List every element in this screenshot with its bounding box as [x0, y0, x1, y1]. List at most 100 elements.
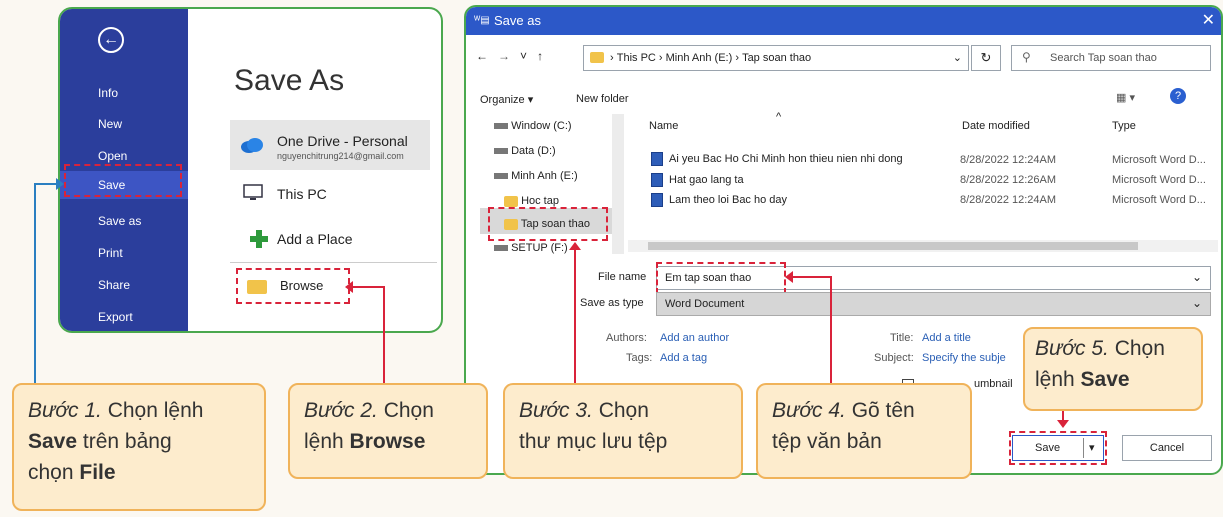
subject-link[interactable]: Specify the subje — [922, 352, 1006, 364]
scroll-thumb[interactable] — [648, 242, 1138, 250]
arrow-head — [569, 242, 581, 250]
view-options-icon[interactable]: ▦ ▾ — [1116, 91, 1135, 104]
search-input[interactable]: ⚲ Search Tap soan thao — [1011, 45, 1211, 71]
cancel-button[interactable]: Cancel — [1122, 435, 1212, 461]
title-label: Title: — [890, 332, 914, 344]
nav-new[interactable]: New — [60, 110, 188, 138]
nav-save-as[interactable]: Save as — [60, 207, 188, 235]
close-icon[interactable]: ✕ — [1202, 7, 1215, 35]
address-bar[interactable]: › This PC › Minh Anh (E:) › Tap soan tha… — [583, 45, 969, 71]
drive-icon — [494, 245, 508, 252]
plus-icon — [250, 230, 268, 248]
filename-highlight — [656, 262, 786, 294]
divider — [230, 262, 437, 263]
page-title: Save As — [234, 64, 345, 97]
organize-menu[interactable]: Organize ▾ — [480, 93, 533, 106]
word-file-icon — [651, 152, 663, 166]
thumbnail-label: umbnail — [974, 378, 1013, 390]
cloud-icon — [241, 138, 263, 153]
nav-export[interactable]: Export — [60, 303, 188, 331]
folder-icon — [590, 52, 604, 63]
onedrive-label: One Drive - Personal — [277, 133, 408, 149]
save-type-select[interactable]: Word Document ⌄ — [656, 292, 1211, 316]
add-place-location[interactable]: Add a Place — [277, 231, 353, 247]
back-arrow-icon[interactable]: ← — [98, 27, 124, 53]
folder-icon — [247, 280, 267, 294]
sort-icon: ^ — [776, 111, 782, 123]
callout-step4: Bước 4. Gõ tên tệp văn bản — [756, 383, 972, 479]
callout-step5: Bước 5. Chọn lệnh Save — [1023, 327, 1203, 411]
col-type[interactable]: Type — [1112, 120, 1136, 132]
arrow-head — [56, 178, 64, 190]
cancel-button-label: Cancel — [1149, 442, 1185, 454]
word-file-icon — [651, 193, 663, 207]
arrow-head — [785, 271, 793, 283]
file-row[interactable]: Lam theo loi Bac ho day — [651, 193, 787, 207]
chevron-down-icon[interactable]: ⌄ — [1192, 270, 1202, 284]
subject-label: Subject: — [874, 352, 914, 364]
arrow-head — [345, 281, 353, 293]
drive-icon — [494, 148, 508, 155]
nav-print[interactable]: Print — [60, 239, 188, 267]
chevron-down-icon[interactable]: ⌄ — [953, 51, 962, 64]
tree-item[interactable]: Window (C:) — [494, 120, 572, 132]
col-date[interactable]: Date modified — [962, 120, 1030, 132]
file-date: 8/28/2022 12:24AM — [960, 194, 1057, 206]
file-type: Microsoft Word D... — [1112, 194, 1206, 206]
file-date: 8/28/2022 12:24AM — [960, 154, 1057, 166]
chevron-down-icon[interactable]: ⌄ — [1192, 296, 1202, 310]
up-icon[interactable]: ↑ — [537, 49, 543, 63]
col-name[interactable]: Name — [649, 120, 678, 132]
file-row[interactable]: Hat gao lang ta — [651, 173, 744, 187]
tree-scrollbar[interactable] — [612, 114, 624, 254]
word-doc-icon: ᵂ▤ — [474, 15, 490, 26]
folder-highlight — [488, 207, 608, 241]
file-row[interactable]: Ai yeu Bac Ho Chi Minh hon thieu nien nh… — [651, 152, 903, 166]
help-icon[interactable]: ? — [1170, 88, 1186, 104]
search-placeholder: Search Tap soan thao — [1050, 52, 1157, 64]
authors-link[interactable]: Add an author — [660, 332, 729, 344]
refresh-icon[interactable]: ↻ — [971, 45, 1001, 71]
callout-step3: Bước 3. Chọn thư mục lưu tệp — [503, 383, 743, 479]
arrow-step3-line — [574, 248, 576, 386]
save-type-label: Save as type — [580, 297, 644, 309]
browse-button[interactable]: Browse — [280, 278, 323, 293]
onedrive-email: nguyenchitrung214@gmail.com — [277, 151, 404, 161]
tree-item[interactable]: Minh Anh (E:) — [494, 170, 578, 182]
tags-label: Tags: — [626, 352, 653, 364]
word-file-icon — [651, 173, 663, 187]
save-type-value: Word Document — [665, 298, 745, 310]
file-type: Microsoft Word D... — [1112, 174, 1206, 186]
callout-step2: Bước 2. Chọn lệnh Browse — [288, 383, 488, 479]
back-icon[interactable]: ← — [476, 49, 488, 63]
arrow-head — [1057, 420, 1069, 428]
dialog-titlebar: ᵂ▤ Save as ✕ — [466, 7, 1221, 35]
horizontal-scrollbar[interactable] — [628, 240, 1218, 252]
folder-icon — [504, 195, 518, 207]
breadcrumb-folder[interactable]: Tap soan thao — [742, 52, 811, 64]
nav-info[interactable]: Info — [60, 79, 188, 107]
file-type: Microsoft Word D... — [1112, 154, 1206, 166]
tree-item[interactable]: Data (D:) — [494, 145, 556, 157]
search-icon: ⚲ — [1022, 50, 1031, 64]
new-folder-button[interactable]: New folder — [576, 93, 629, 105]
monitor-icon — [243, 184, 263, 200]
title-link[interactable]: Add a title — [922, 332, 971, 344]
tags-link[interactable]: Add a tag — [660, 352, 707, 364]
file-name-label: File name — [598, 271, 647, 283]
callout-step1: Bước 1. Chọn lệnh Save trên bảng chọn Fi… — [12, 383, 266, 511]
nav-share[interactable]: Share — [60, 271, 188, 299]
this-pc-location[interactable]: This PC — [277, 186, 327, 202]
tree-item[interactable]: SETUP (F:) — [494, 242, 568, 254]
chevron-down-icon[interactable]: ˅ — [520, 49, 527, 63]
save-highlight — [1009, 431, 1107, 465]
arrow-step4-line — [830, 276, 832, 386]
tree-item[interactable]: Hoc tap — [504, 195, 559, 207]
file-date: 8/28/2022 12:26AM — [960, 174, 1057, 186]
dialog-title: Save as — [494, 13, 541, 28]
arrow-step4-line — [792, 276, 832, 278]
arrow-step2-line — [383, 286, 385, 386]
forward-icon[interactable]: → — [498, 49, 510, 63]
breadcrumb-drive[interactable]: Minh Anh (E:) — [666, 52, 733, 64]
breadcrumb-this-pc[interactable]: This PC — [617, 52, 656, 64]
